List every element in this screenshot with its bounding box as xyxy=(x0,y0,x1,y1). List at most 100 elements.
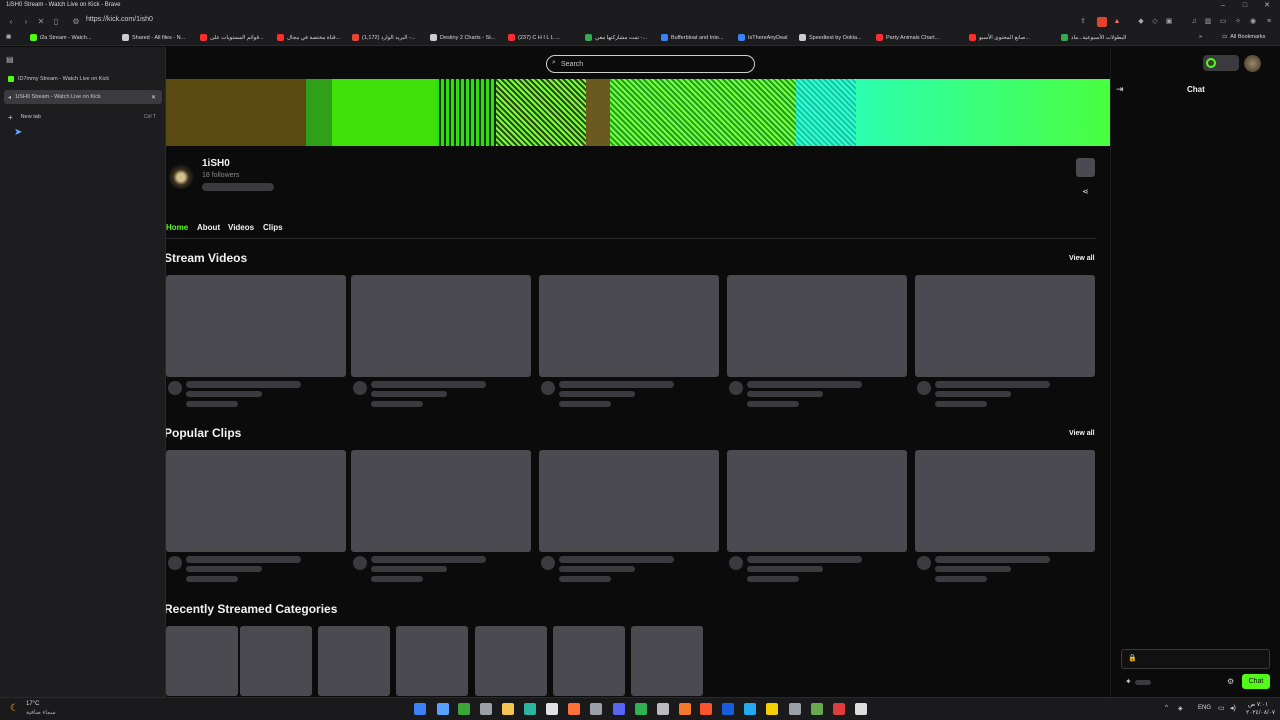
brave-shields-icon[interactable] xyxy=(1097,17,1107,27)
bookmark-item[interactable]: تمت مشاركتها معي -... xyxy=(585,34,647,41)
bookmark-item[interactable]: (237) C H I L L ... xyxy=(508,34,560,41)
minecraft-icon[interactable] xyxy=(458,703,470,715)
bookmark-item[interactable]: i2a Stream - Watch... xyxy=(30,34,91,41)
close-tab-icon[interactable]: ✕ xyxy=(151,94,156,101)
app-icon[interactable] xyxy=(811,703,823,715)
volume-icon[interactable]: ◂) xyxy=(1230,704,1236,712)
bookmark-item[interactable]: Bufferbloat and Inte... xyxy=(661,34,724,41)
extension-icon[interactable]: ◆ xyxy=(1136,17,1146,27)
maximize-button[interactable]: □ xyxy=(1234,1,1256,11)
bookmark-item[interactable]: قناة مختصة في مجال... xyxy=(277,34,340,41)
more-bookmarks-icon[interactable]: » xyxy=(1199,34,1202,40)
vscode-icon[interactable] xyxy=(744,703,756,715)
clip-card[interactable] xyxy=(727,450,907,552)
store-icon[interactable] xyxy=(546,703,558,715)
bookmark-item[interactable]: (1,172) البريد الوارد -... xyxy=(352,34,415,41)
bookmark-icon[interactable]: ▯ xyxy=(51,17,61,27)
notes-icon[interactable] xyxy=(766,703,778,715)
share-icon[interactable]: ⋖ xyxy=(1082,187,1089,196)
category-card[interactable] xyxy=(240,626,312,696)
url-field[interactable]: https://kick.com/1ish0 xyxy=(86,16,153,23)
category-card[interactable] xyxy=(396,626,468,696)
category-card[interactable] xyxy=(553,626,625,696)
bookmark-item[interactable]: Party Animals Chart... xyxy=(876,34,939,41)
firefox-icon[interactable] xyxy=(568,703,580,715)
app-icon[interactable] xyxy=(480,703,492,715)
video-card[interactable] xyxy=(727,275,907,377)
new-tab-button[interactable]: + New tab Ctrl T xyxy=(4,110,162,124)
edge-icon[interactable] xyxy=(524,703,536,715)
category-card[interactable] xyxy=(475,626,547,696)
video-card[interactable] xyxy=(166,275,346,377)
chat-send-button[interactable]: Chat xyxy=(1242,674,1270,689)
minimize-button[interactable]: – xyxy=(1212,1,1234,11)
settings-icon[interactable]: ⚙ xyxy=(1227,677,1234,686)
clock-time[interactable]: ٧:٠١ ص xyxy=(1248,701,1268,708)
clip-card[interactable] xyxy=(166,450,346,552)
tab-home[interactable]: Home xyxy=(166,223,188,232)
bitwarden-icon[interactable] xyxy=(722,703,734,715)
collapse-chat-icon[interactable]: ⇥ xyxy=(1116,84,1124,95)
tab-clips[interactable]: Clips xyxy=(263,223,283,232)
app-icon[interactable] xyxy=(833,703,845,715)
bookmark-item[interactable]: IsThereAnyDeal xyxy=(738,34,787,41)
chrome-icon[interactable] xyxy=(657,703,669,715)
discord-icon[interactable] xyxy=(613,703,625,715)
network-icon[interactable]: ▭ xyxy=(1218,704,1225,712)
app-icon[interactable] xyxy=(590,703,602,715)
emote-icon[interactable]: ✦ xyxy=(1125,677,1132,686)
app-icon[interactable] xyxy=(789,703,801,715)
tab-1ish0[interactable]: ◂ 1iSH0 Stream - Watch Live on Kick ✕ xyxy=(4,90,162,104)
start-icon[interactable] xyxy=(414,703,426,715)
stop-loading-icon[interactable]: ✕ xyxy=(36,17,46,27)
weather-icon[interactable]: ☾ xyxy=(10,703,19,714)
bookmark-item[interactable]: Destiny 2 Charts - St... xyxy=(430,34,495,41)
clip-card[interactable] xyxy=(351,450,531,552)
back-icon[interactable]: ‹ xyxy=(6,17,16,27)
wallet-icon[interactable]: ◉ xyxy=(1248,17,1258,27)
brave-rewards-icon[interactable]: ▲ xyxy=(1112,17,1122,27)
sidebar-toggle-icon[interactable]: ▤ xyxy=(6,55,14,64)
bookmark-item[interactable]: البطولات الأسبوعية...ماد xyxy=(1061,34,1126,41)
site-info-icon[interactable]: ⚙ xyxy=(71,17,81,27)
tab-about[interactable]: About xyxy=(197,223,220,232)
extensions-icon[interactable]: ▣ xyxy=(1164,17,1174,27)
channel-avatar[interactable] xyxy=(168,163,194,189)
tray-overflow-icon[interactable]: ^ xyxy=(1165,705,1168,711)
bookmark-item[interactable]: قوائم المستويات على... xyxy=(200,34,264,41)
menu-icon[interactable]: ≡ xyxy=(1264,17,1274,27)
login-button-placeholder[interactable] xyxy=(1203,55,1239,71)
share-icon[interactable]: ⇪ xyxy=(1078,17,1088,27)
clip-card[interactable] xyxy=(915,450,1095,552)
bookmark-item[interactable]: Shared - All files - N... xyxy=(122,34,185,41)
search-input[interactable]: ⌕ Search xyxy=(546,55,755,73)
tab-id7mmy[interactable]: ID7mmy Stream - Watch Live on Kick xyxy=(4,72,162,86)
video-card[interactable] xyxy=(539,275,719,377)
user-avatar[interactable] xyxy=(1244,55,1261,72)
brave-icon[interactable] xyxy=(700,703,712,715)
close-button[interactable]: ✕ xyxy=(1256,1,1278,11)
bookmark-item[interactable]: Speedtest by Ookla... xyxy=(799,34,862,41)
leo-icon[interactable]: ✧ xyxy=(1233,17,1243,27)
category-card[interactable] xyxy=(318,626,390,696)
language-indicator[interactable]: ENG xyxy=(1198,705,1211,711)
category-card[interactable] xyxy=(166,626,238,696)
blender-icon[interactable] xyxy=(679,703,691,715)
folder-icon[interactable] xyxy=(502,703,514,715)
task-view-icon[interactable] xyxy=(437,703,449,715)
obs-icon[interactable] xyxy=(855,703,867,715)
clock-date[interactable]: ٢٠٢٤/٠٨/٠٧ xyxy=(1246,709,1275,716)
bookmark-item[interactable]: صانع المحتوى الأسبو... xyxy=(969,34,1030,41)
tab-videos[interactable]: Videos xyxy=(228,223,254,232)
video-card[interactable] xyxy=(915,275,1095,377)
extension-icon[interactable]: ◇ xyxy=(1150,17,1160,27)
tray-app-icon[interactable]: ◈ xyxy=(1178,705,1183,712)
category-card[interactable] xyxy=(631,626,703,696)
all-bookmarks[interactable]: ▭ All Bookmarks xyxy=(1222,34,1265,40)
clip-card[interactable] xyxy=(539,450,719,552)
video-card[interactable] xyxy=(351,275,531,377)
media-icon[interactable]: ♫ xyxy=(1189,17,1199,27)
app-icon[interactable] xyxy=(635,703,647,715)
chat-input[interactable]: 🔒 xyxy=(1121,649,1270,669)
view-all-videos-link[interactable]: View all xyxy=(1069,255,1095,262)
